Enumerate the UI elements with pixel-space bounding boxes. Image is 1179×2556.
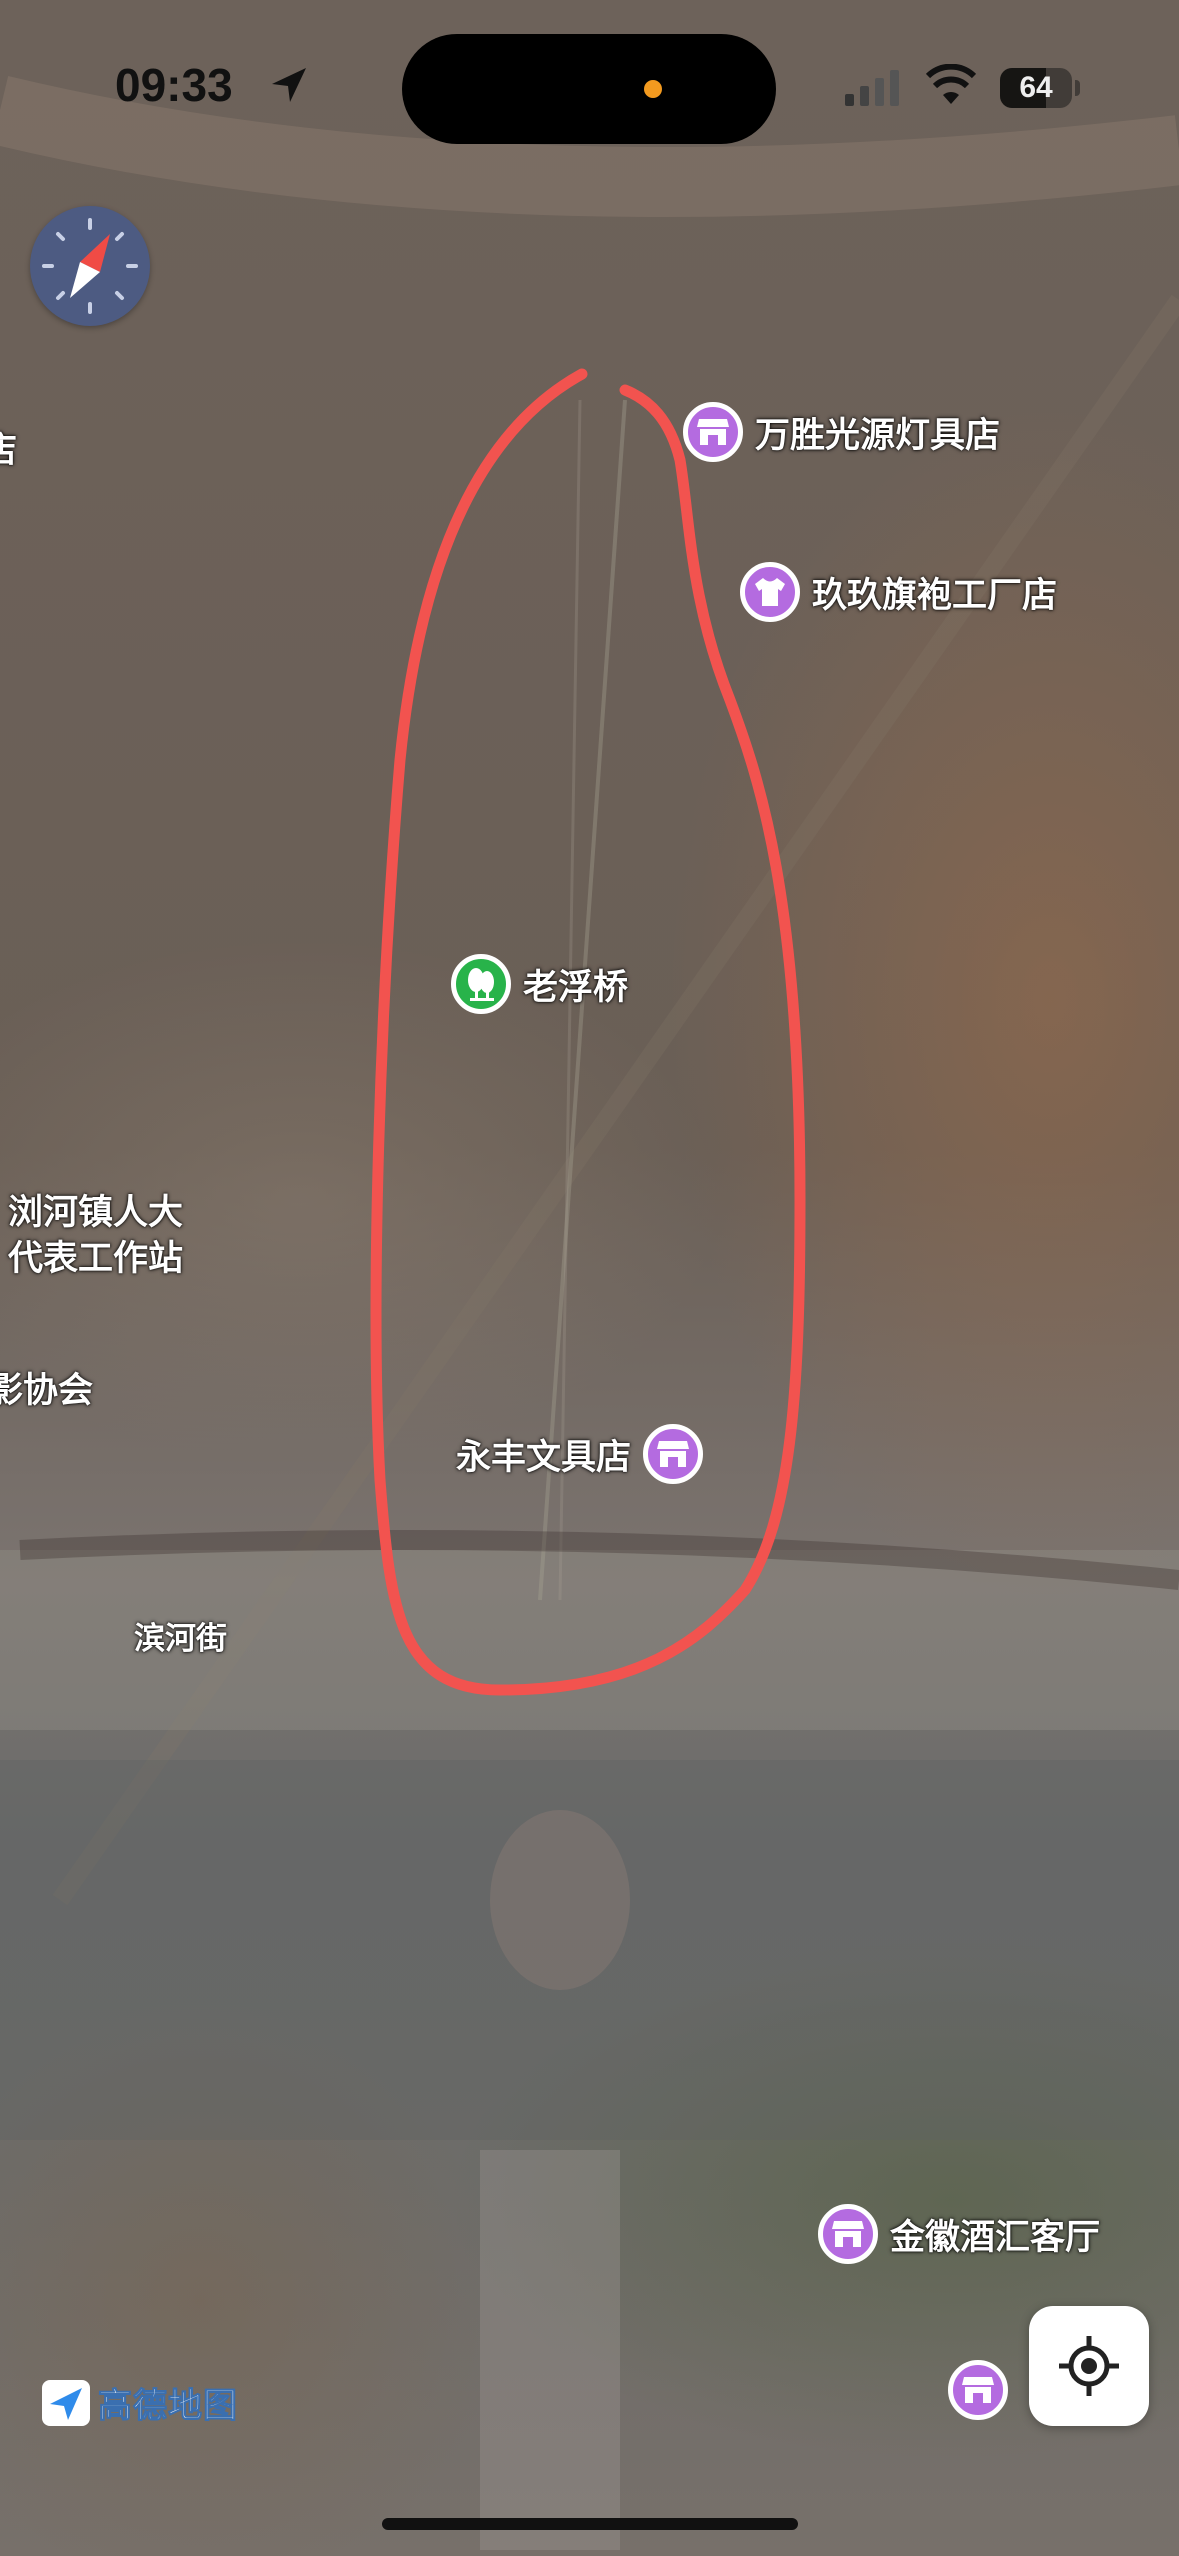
poi-old-pontoon-bridge[interactable]: 老浮桥: [451, 954, 628, 1014]
poi-label: 万胜光源灯具店: [755, 415, 1001, 456]
amap-logo: 高德地图: [42, 2378, 238, 2427]
cellular-signal-icon: [845, 70, 899, 106]
park-icon: [451, 954, 511, 1014]
amap-logo-text: 高德地图: [98, 2386, 238, 2427]
wifi-icon: [925, 64, 977, 104]
battery-indicator: 64: [1000, 68, 1072, 108]
map-label-association: 影协会: [0, 1371, 94, 1411]
shop-icon: [683, 402, 743, 462]
poi-qipao-store[interactable]: 玖玖旗袍工厂店: [740, 562, 1057, 622]
poi-label: 金徽酒汇客厅: [890, 2217, 1101, 2258]
poi-stationery-store[interactable]: 永丰文具店: [456, 1424, 704, 1484]
status-time: 09:33: [115, 59, 233, 111]
poi-label: 玖玖旗袍工厂店: [812, 575, 1058, 616]
map-label-edge-shop: 店: [0, 428, 17, 474]
map-label-congress-office-line1: 浏河镇人大: [8, 1193, 184, 1233]
privacy-indicator-icon: [644, 80, 662, 98]
location-arrow-icon: [272, 68, 306, 102]
compass-icon: [42, 218, 138, 314]
battery-tip: [1075, 80, 1080, 96]
locate-icon: [1059, 2336, 1119, 2396]
poi-lighting-store[interactable]: 万胜光源灯具店: [683, 402, 1000, 462]
battery-level: 64: [1019, 71, 1053, 104]
poi-label: 老浮桥: [523, 967, 629, 1008]
home-indicator[interactable]: [382, 2518, 798, 2530]
poi-label: 永丰文具店: [456, 1437, 632, 1478]
amap-logo-icon: [42, 2379, 90, 2426]
shop-icon: [818, 2204, 878, 2264]
dynamic-island: [402, 34, 776, 144]
poi-partial-shop[interactable]: [948, 2360, 1008, 2420]
locate-me-button[interactable]: [1029, 2306, 1149, 2426]
clothing-icon: [740, 562, 800, 622]
compass-button[interactable]: [30, 206, 150, 326]
road-label-binhe-street: 滨河街: [134, 1621, 227, 1657]
shop-icon: [643, 1424, 704, 1484]
map-label-congress-office-line2: 代表工作站: [8, 1239, 184, 1279]
status-bar: 09:33 64: [0, 0, 1179, 160]
shop-icon: [948, 2360, 1008, 2420]
poi-jinhui-liquor-lounge[interactable]: 金徽酒汇客厅: [818, 2204, 1100, 2264]
